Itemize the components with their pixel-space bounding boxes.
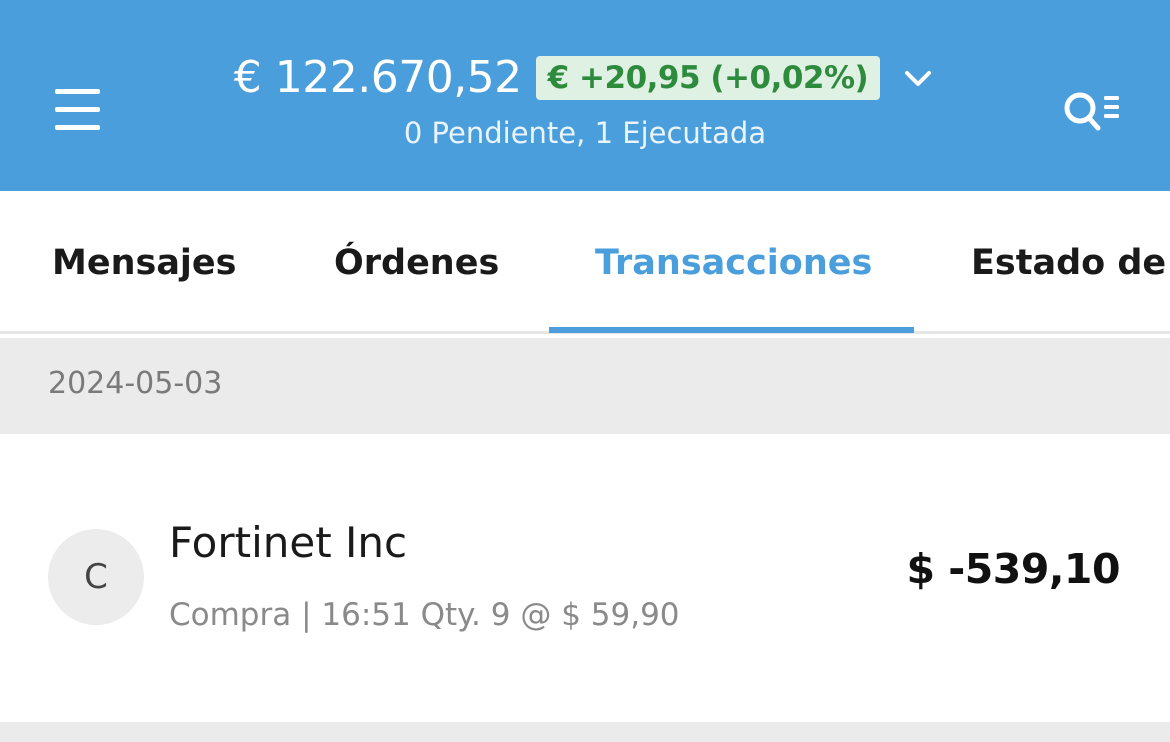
transaction-detail: Compra | 16:51 Qty. 9 @ $ 59,90 <box>169 597 680 633</box>
chevron-down-icon[interactable] <box>900 60 936 96</box>
top-header: € 122.670,52 € +20,95 (+0,02%) 0 Pendien… <box>0 0 1170 191</box>
transaction-row[interactable]: C Fortinet Inc Compra | 16:51 Qty. 9 @ $… <box>0 434 1170 722</box>
avatar: C <box>48 529 144 625</box>
transaction-amount: $ -539,10 <box>906 545 1120 593</box>
tab-bar: Mensajes Órdenes Transacciones Estado de… <box>0 191 1170 334</box>
order-status-summary: 0 Pendiente, 1 Ejecutada <box>403 116 767 150</box>
list-separator <box>0 722 1170 742</box>
transaction-date: 2024-05-03 <box>48 366 223 401</box>
tab-transacciones[interactable]: Transacciones <box>595 235 872 291</box>
balance-summary: € 122.670,52 € +20,95 (+0,02%) <box>0 48 1170 108</box>
account-balance: € 122.670,52 <box>233 52 522 103</box>
app-screen: € 122.670,52 € +20,95 (+0,02%) 0 Pendien… <box>0 0 1170 742</box>
active-tab-indicator <box>549 327 914 333</box>
tab-estado-de-cuenta[interactable]: Estado de c <box>971 235 1170 291</box>
transaction-name: Fortinet Inc <box>169 518 408 567</box>
search-list-icon[interactable] <box>1060 86 1124 136</box>
date-group-header: 2024-05-03 <box>0 338 1170 434</box>
tab-ordenes[interactable]: Órdenes <box>334 235 499 291</box>
tab-mensajes[interactable]: Mensajes <box>52 235 237 291</box>
daily-change-badge: € +20,95 (+0,02%) <box>535 56 881 100</box>
